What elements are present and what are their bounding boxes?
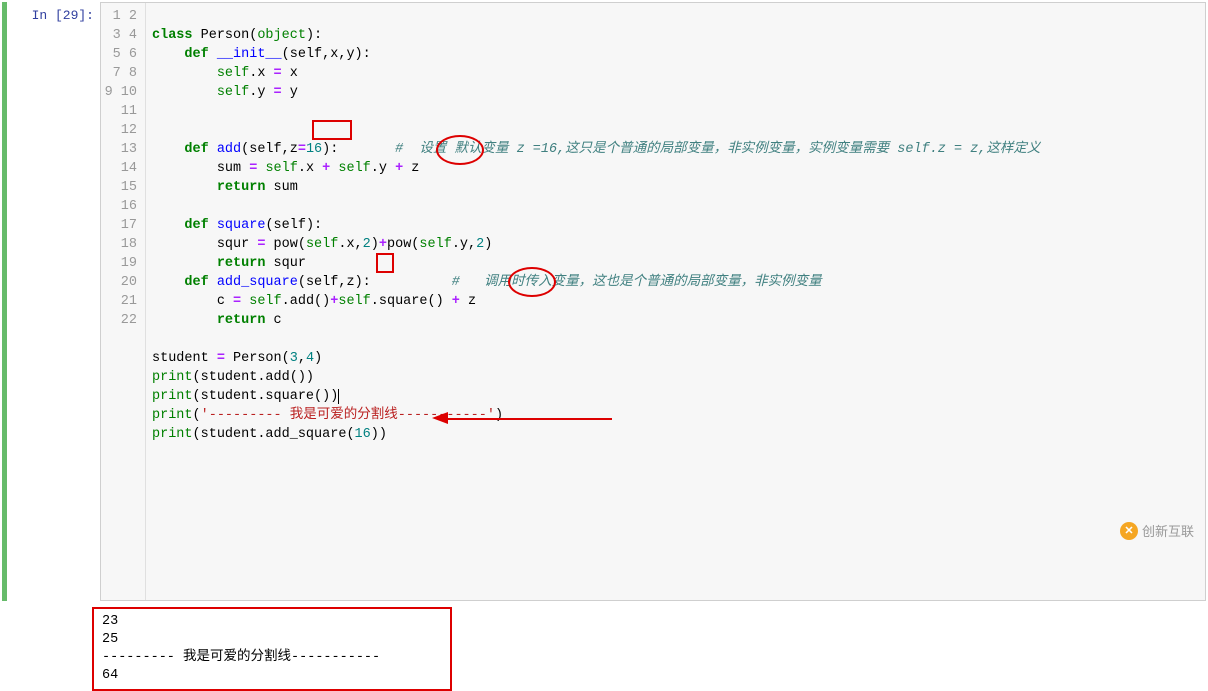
annotation-rect-z: [376, 253, 394, 273]
code-line: def __init__(self,x,y):: [152, 47, 371, 62]
code-line: [152, 104, 160, 119]
code-line: def square(self):: [152, 218, 322, 233]
output-line: --------- 我是可爱的分割线-----------: [102, 650, 380, 665]
output-line: 25: [102, 632, 118, 647]
code-line: def add(self,z=16): # 设置 默认变量 z =16,这只是个…: [152, 142, 1040, 157]
code-line: class Person(object):: [152, 28, 322, 43]
output-line: 23: [102, 614, 118, 629]
input-cell: In [29]: 1 2 3 4 5 6 7 8 9 10 11 12 13 1…: [2, 2, 1206, 601]
annotation-rect-z16: [312, 120, 352, 140]
output-area: 23 25 --------- 我是可爱的分割线----------- 64: [92, 607, 452, 691]
code-block[interactable]: 1 2 3 4 5 6 7 8 9 10 11 12 13 14 15 16 1…: [100, 2, 1206, 601]
code-line: def add_square(self,z): # 调用时传入变量，这也是个普通…: [152, 275, 822, 290]
code-line: return c: [152, 313, 282, 328]
code-line: [152, 123, 160, 138]
code-line: print('--------- 我是可爱的分割线-----------'): [152, 408, 503, 423]
code-line: student = Person(3,4): [152, 351, 322, 366]
code-line: return sum: [152, 180, 298, 195]
code-line: return squr: [152, 256, 306, 271]
cell-prompt: In [29]:: [9, 2, 100, 601]
code-line: squr = pow(self.x,2)+pow(self.y,2): [152, 237, 492, 252]
code-line: print(student.square()): [152, 389, 339, 404]
line-number-gutter: 1 2 3 4 5 6 7 8 9 10 11 12 13 14 15 16 1…: [101, 3, 145, 600]
code-line: c = self.add()+self.square() + z: [152, 294, 476, 309]
output-line: 64: [102, 668, 118, 683]
code-line: self.x = x: [152, 66, 298, 81]
code-line: [152, 199, 160, 214]
code-line: [152, 332, 160, 347]
code-line: print(student.add()): [152, 370, 314, 385]
code-lines[interactable]: class Person(object): def __init__(self,…: [145, 3, 1205, 600]
code-line: print(student.add_square(16)): [152, 427, 387, 442]
watermark-text: 创新互联: [1142, 521, 1194, 540]
code-line: self.y = y: [152, 85, 298, 100]
watermark: ✕ 创新互联: [1120, 521, 1194, 540]
watermark-logo-icon: ✕: [1120, 522, 1138, 540]
code-line: sum = self.x + self.y + z: [152, 161, 419, 176]
